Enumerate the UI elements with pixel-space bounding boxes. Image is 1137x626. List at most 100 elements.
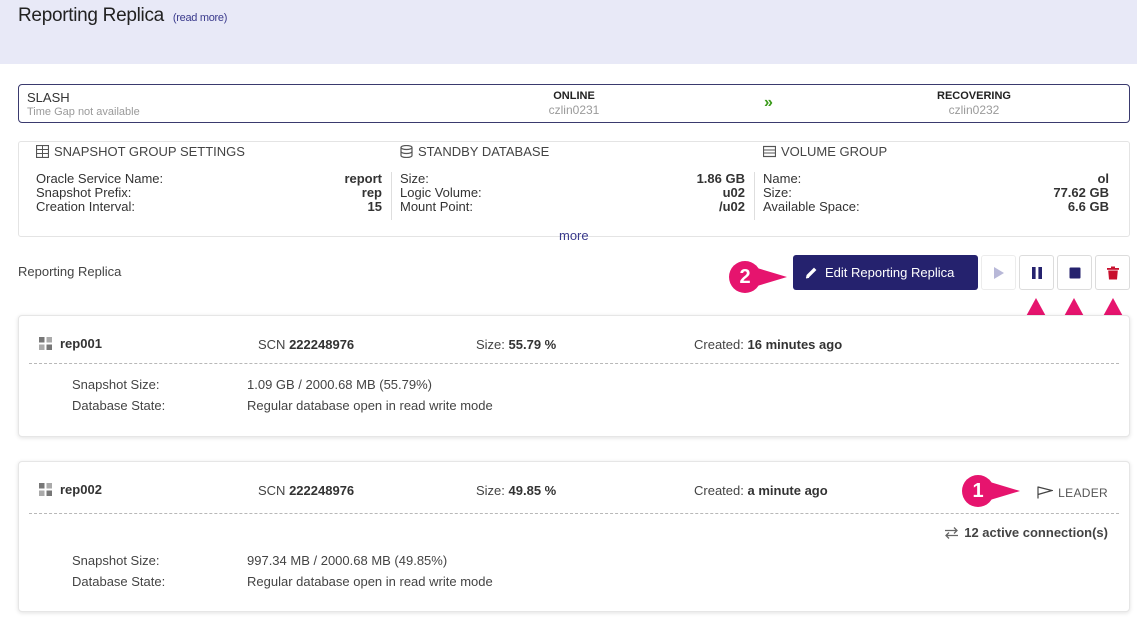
stop-icon [1069,267,1080,278]
scn-label: SCN [258,337,286,352]
snapshot-grid-icon [39,483,52,496]
info-row: Mount Point: /u02 [400,200,745,214]
size-label: Size: [476,483,505,498]
volume-group-title: VOLUME GROUP [781,144,888,159]
info-label: Snapshot Prefix: [36,185,132,200]
info-label: Name: [763,171,802,186]
info-label: Size: [763,185,792,200]
replication-arrow-icon: » [764,94,773,111]
annotation-pointer [990,482,1020,500]
info-row: Name: ol [763,172,1109,186]
snapshot-card[interactable]: rep001 SCN 222248976 Size: 55.79 % Creat… [18,315,1130,437]
info-value: 1.86 GB [696,171,745,186]
snapshot-group-settings: SNAPSHOT GROUP SETTINGS Oracle Service N… [36,142,382,222]
leader-label: LEADER [1058,486,1108,500]
flag-icon [1037,486,1055,499]
hdd-icon [763,145,776,158]
standby-host: czlin0232 [948,103,1000,117]
database-state-label: Database State: [72,398,166,413]
info-value: 6.6 GB [1067,199,1109,214]
info-label: Available Space: [763,199,860,214]
info-value: 15 [367,199,382,214]
pencil-icon [805,267,817,279]
active-connections: 12 active connection(s) [944,525,1108,540]
database-icon [400,145,413,158]
info-row: Oracle Service Name: report [36,172,382,186]
info-value: u02 [722,185,745,200]
snapshot-grid-icon [39,337,52,350]
created-label: Created: [694,337,744,352]
standby-database-title: STANDBY DATABASE [418,144,550,159]
snapshot-created: Created: a minute ago [694,483,828,498]
leader-badge: LEADER [1037,486,1108,500]
info-row: Snapshot Prefix: rep [36,186,382,200]
connections-text: 12 active connection(s) [964,525,1108,540]
info-value: 77.62 GB [1053,185,1109,200]
scn-value: 222248976 [289,483,355,498]
column-divider [754,172,755,220]
delete-button[interactable] [1095,255,1130,290]
scn-label: SCN [258,483,286,498]
created-value: 16 minutes ago [747,337,843,352]
configuration-name: SLASH [27,90,70,105]
info-label: Oracle Service Name: [36,171,164,186]
size-value: 49.85 % [508,483,557,498]
primary-node: ONLINE czlin0231 [474,90,674,117]
snapshot-group-header: SNAPSHOT GROUP SETTINGS [36,144,245,159]
dashed-divider [29,363,1119,364]
standby-database-header: STANDBY DATABASE [400,144,549,159]
info-value: ol [1097,171,1109,186]
snapshot-header: rep001 SCN 222248976 Size: 55.79 % Creat… [19,316,1129,363]
info-label: Logic Volume: [400,185,482,200]
info-value: rep [361,185,382,200]
snapshot-size-value: 997.34 MB / 2000.68 MB (49.85%) [247,553,448,568]
snapshot-created: Created: 16 minutes ago [694,337,842,352]
snapshot-size: Size: 55.79 % [476,337,556,352]
created-value: a minute ago [747,483,828,498]
read-more-link[interactable]: (read more) [173,12,227,24]
page-title-text: Reporting Replica [18,5,164,26]
column-divider [391,172,392,220]
snapshot-name-text: rep002 [60,482,102,497]
info-label: Creation Interval: [36,199,135,214]
volume-group-header: VOLUME GROUP [763,144,887,159]
snapshot-scn: SCN 222248976 [258,483,354,498]
scn-value: 222248976 [289,337,355,352]
snapshot-scn: SCN 222248976 [258,337,354,352]
settings-summary-panel: SNAPSHOT GROUP SETTINGS Oracle Service N… [18,141,1130,243]
info-row: Size: 77.62 GB [763,186,1109,200]
more-link[interactable]: more [559,228,589,243]
snapshot-size-label: Snapshot Size: [72,553,160,568]
annotation-pointer [757,268,787,286]
edit-button-label: Edit Reporting Replica [825,265,955,280]
page-title: Reporting Replica (read more) [18,5,227,27]
standby-database-settings: STANDBY DATABASE Size: 1.86 GB Logic Volu… [400,142,745,222]
primary-state: ONLINE [553,90,595,102]
info-value: /u02 [718,199,745,214]
trash-icon [1106,266,1119,279]
start-button[interactable] [981,255,1016,290]
snapshot-size-label: Snapshot Size: [72,377,160,392]
snapshot-name: rep001 [39,336,102,351]
database-state-value: Regular database open in read write mode [247,574,493,589]
stop-button[interactable] [1057,255,1092,290]
created-label: Created: [694,483,744,498]
edit-reporting-replica-button[interactable]: Edit Reporting Replica [793,255,978,290]
pause-icon [1031,266,1042,279]
database-state-label: Database State: [72,574,166,589]
primary-host: czlin0231 [548,103,600,117]
grid-table-icon [36,145,49,158]
info-row: Size: 1.86 GB [400,172,745,186]
pause-button[interactable] [1019,255,1054,290]
replication-status-panel: SLASH Time Gap not available ONLINE czli… [18,84,1130,123]
info-label: Mount Point: [400,199,473,214]
snapshot-size-value: 1.09 GB / 2000.68 MB (55.79%) [247,377,432,392]
size-label: Size: [476,337,505,352]
info-label: Size: [400,171,429,186]
dashed-divider [29,513,1119,514]
info-row: Logic Volume: u02 [400,186,745,200]
database-state-value: Regular database open in read write mode [247,398,493,413]
size-value: 55.79 % [508,337,557,352]
snapshot-name-text: rep001 [60,336,102,351]
section-title: Reporting Replica [18,264,122,279]
